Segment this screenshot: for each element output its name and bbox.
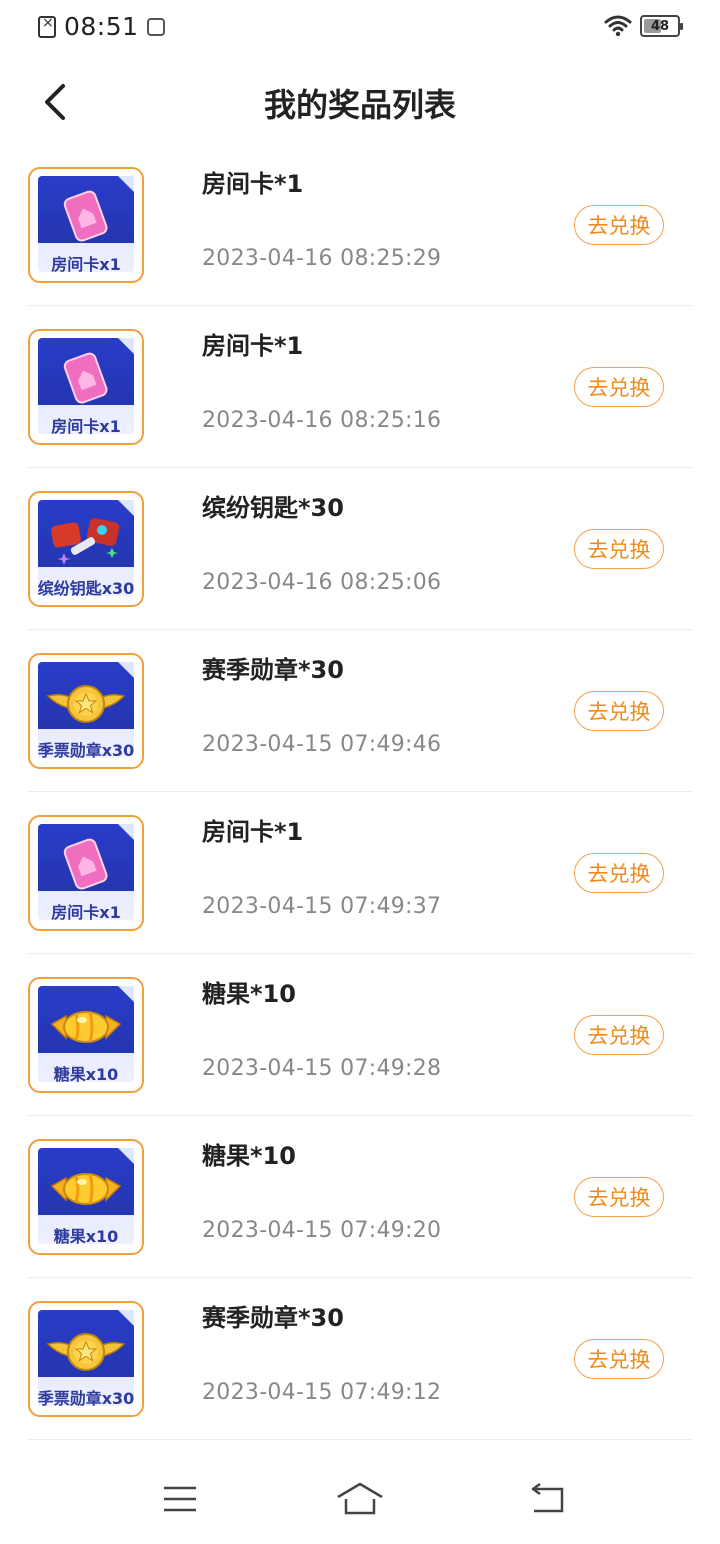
- battery-icon: 48: [640, 15, 683, 37]
- redeem-button[interactable]: 去兑换: [574, 1015, 664, 1055]
- home-icon: [337, 1482, 383, 1515]
- prize-name: 赛季勋章*30: [202, 656, 344, 684]
- prize-item: 房间卡x1 房间卡*1 2023-04-15 07:49:37 去兑换: [28, 792, 692, 954]
- prize-time: 2023-04-16 08:25:29: [202, 246, 442, 271]
- status-left: 08:51: [38, 12, 165, 41]
- prize-name: 房间卡*1: [202, 332, 304, 360]
- redeem-button[interactable]: 去兑换: [574, 1177, 664, 1217]
- thumb-caption: 糖果x10: [53, 1227, 119, 1246]
- thumb-caption: 房间卡x1: [51, 903, 121, 922]
- prize-name: 房间卡*1: [202, 170, 304, 198]
- back-nav-button[interactable]: [518, 1474, 578, 1524]
- thumb-caption: 季票勋章x30: [37, 1389, 135, 1408]
- menu-icon: [164, 1486, 196, 1512]
- battery-level: 48: [650, 18, 670, 34]
- medal-icon: [46, 685, 126, 723]
- redeem-button[interactable]: 去兑换: [574, 853, 664, 893]
- room-card-icon: [63, 838, 108, 890]
- prize-name: 房间卡*1: [202, 818, 304, 846]
- header: 我的奖品列表: [0, 62, 720, 142]
- status-bar: 08:51 48: [0, 0, 720, 56]
- prize-item: 房间卡x1 房间卡*1 2023-04-16 08:25:16 去兑换: [28, 306, 692, 468]
- prize-item: 季票勋章x30 赛季勋章*30 2023-04-15 07:49:12 去兑换: [28, 1278, 692, 1440]
- prize-item: 房间卡x1 房间卡*1 2023-04-16 08:25:29 去兑换: [28, 144, 692, 306]
- redeem-button[interactable]: 去兑换: [574, 367, 664, 407]
- prize-thumbnail: 缤纷钥匙x30: [28, 491, 144, 607]
- app-icon: [146, 17, 165, 36]
- prize-time: 2023-04-16 08:25:16: [202, 408, 442, 433]
- prize-time: 2023-04-15 07:49:46: [202, 732, 442, 757]
- system-nav-bar: [0, 1456, 720, 1544]
- prize-item: 糖果x10 糖果*10 2023-04-15 07:49:20 去兑换: [28, 1116, 692, 1278]
- prize-time: 2023-04-15 07:49:12: [202, 1380, 442, 1405]
- wifi-icon: [604, 15, 632, 37]
- home-button[interactable]: [330, 1474, 390, 1524]
- redeem-button[interactable]: 去兑换: [574, 1339, 664, 1379]
- thumb-caption: 季票勋章x30: [37, 741, 135, 760]
- prize-name: 糖果*10: [202, 980, 296, 1008]
- prize-name: 糖果*10: [202, 1142, 296, 1170]
- candy-icon: [50, 1011, 122, 1043]
- prize-thumbnail: 季票勋章x30: [28, 653, 144, 769]
- prize-thumbnail: 糖果x10: [28, 1139, 144, 1255]
- prize-name: 赛季勋章*30: [202, 1304, 344, 1332]
- prize-thumbnail: 房间卡x1: [28, 815, 144, 931]
- prize-name: 缤纷钥匙*30: [202, 494, 344, 522]
- key-icon: [51, 518, 120, 565]
- redeem-button[interactable]: 去兑换: [574, 529, 664, 569]
- page-title: 我的奖品列表: [263, 86, 456, 124]
- notification-icon: [38, 15, 56, 38]
- prize-item: 季票勋章x30 赛季勋章*30 2023-04-15 07:49:46 去兑换: [28, 630, 692, 792]
- status-time: 08:51: [64, 12, 139, 41]
- room-card-icon: [63, 190, 108, 242]
- prize-thumbnail: 季票勋章x30: [28, 1301, 144, 1417]
- prize-thumbnail: 房间卡x1: [28, 329, 144, 445]
- prize-time: 2023-04-15 07:49:20: [202, 1218, 442, 1243]
- candy-icon: [50, 1173, 122, 1205]
- prize-item: 缤纷钥匙x30 缤纷钥匙*30 2023-04-16 08:25:06 去兑换: [28, 468, 692, 630]
- room-card-icon: [63, 352, 108, 404]
- medal-icon: [46, 1333, 126, 1371]
- prize-item: 糖果x10 糖果*10 2023-04-15 07:49:28 去兑换: [28, 954, 692, 1116]
- thumb-caption: 房间卡x1: [51, 417, 121, 436]
- thumb-caption: 糖果x10: [53, 1065, 119, 1084]
- back-icon: [531, 1483, 564, 1513]
- prize-time: 2023-04-15 07:49:28: [202, 1056, 442, 1081]
- menu-button[interactable]: [150, 1474, 210, 1524]
- redeem-button[interactable]: 去兑换: [574, 691, 664, 731]
- thumb-caption: 缤纷钥匙x30: [37, 579, 135, 598]
- redeem-button[interactable]: 去兑换: [574, 205, 664, 245]
- thumb-caption: 房间卡x1: [51, 255, 121, 274]
- prize-time: 2023-04-15 07:49:37: [202, 894, 442, 919]
- prize-thumbnail: 糖果x10: [28, 977, 144, 1093]
- prize-time: 2023-04-16 08:25:06: [202, 570, 442, 595]
- prize-thumbnail: 房间卡x1: [28, 167, 144, 283]
- status-right: 48: [604, 15, 683, 37]
- prize-list: 房间卡x1 房间卡*1 2023-04-16 08:25:29 去兑换 房间卡x…: [28, 144, 692, 1440]
